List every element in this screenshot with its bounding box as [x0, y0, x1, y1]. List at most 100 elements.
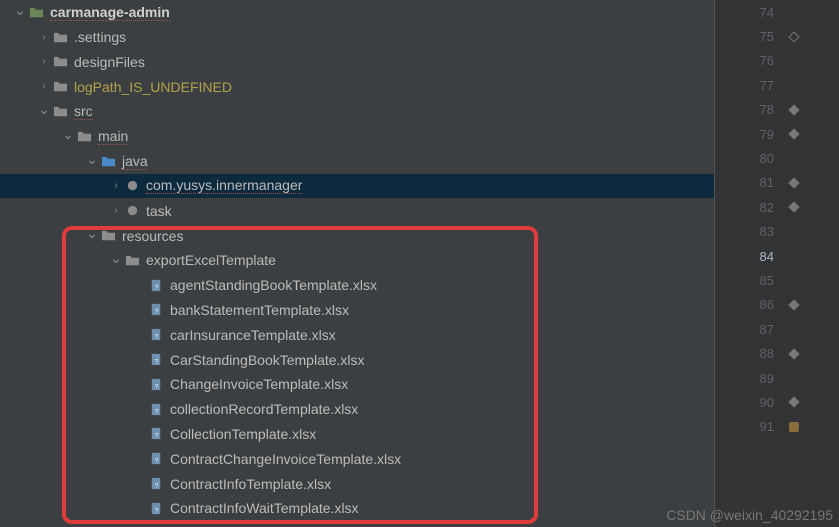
tree-row[interactable]: ? ContractChangeInvoiceTemplate.xlsx	[0, 446, 714, 471]
tree-item-label: carInsuranceTemplate.xlsx	[170, 327, 336, 343]
gutter-mark-icon[interactable]	[787, 103, 801, 117]
tree-item-label: java	[122, 153, 148, 170]
chevron-right-icon[interactable]: ›	[38, 32, 50, 43]
gutter-line[interactable]: 86	[715, 293, 839, 317]
package-icon	[124, 203, 140, 219]
gutter-line[interactable]: 79	[715, 122, 839, 146]
tree-item-label: .settings	[74, 29, 126, 45]
tree-item-label: CarStandingBookTemplate.xlsx	[170, 352, 365, 368]
folder-icon	[52, 104, 68, 120]
line-number: 88	[760, 346, 774, 361]
tree-row[interactable]: ? carInsuranceTemplate.xlsx	[0, 322, 714, 347]
chevron-down-icon[interactable]: ⌄	[110, 250, 122, 267]
gutter-mark-icon[interactable]	[787, 176, 801, 190]
tree-row[interactable]: ›task	[0, 198, 714, 223]
gutter-line[interactable]: 81	[715, 171, 839, 195]
gutter-line[interactable]: 87	[715, 317, 839, 341]
gutter-mark-icon[interactable]	[787, 420, 801, 434]
tree-row[interactable]: ? ContractInfoTemplate.xlsx	[0, 471, 714, 496]
gutter-mark-icon[interactable]	[787, 298, 801, 312]
gutter-mark-icon[interactable]	[787, 395, 801, 409]
tree-item-label: ContractChangeInvoiceTemplate.xlsx	[170, 451, 401, 467]
tree-row[interactable]: ? bankStatementTemplate.xlsx	[0, 298, 714, 323]
gutter-line[interactable]: 90	[715, 390, 839, 414]
gutter-line[interactable]: 84	[715, 244, 839, 268]
file-icon: ?	[148, 500, 164, 516]
folder-icon	[52, 54, 68, 70]
gutter-line[interactable]: 88	[715, 341, 839, 365]
tree-row[interactable]: ⌄ src	[0, 99, 714, 124]
chevron-down-icon[interactable]: ⌄	[14, 2, 26, 19]
file-icon: ?	[148, 376, 164, 392]
file-icon: ?	[148, 426, 164, 442]
chevron-right-icon[interactable]: ›	[38, 56, 50, 67]
gutter-line[interactable]: 89	[715, 366, 839, 390]
line-number: 85	[760, 273, 774, 288]
gutter-line[interactable]: 82	[715, 195, 839, 219]
tree-item-label: src	[74, 103, 93, 120]
gutter-line[interactable]: 85	[715, 268, 839, 292]
folder-icon	[52, 29, 68, 45]
tree-row[interactable]: › .settings	[0, 25, 714, 50]
tree-row[interactable]: ? CarStandingBookTemplate.xlsx	[0, 347, 714, 372]
folder-src-icon	[100, 153, 116, 169]
tree-item-label: bankStatementTemplate.xlsx	[170, 302, 349, 318]
tree-row[interactable]: ⌄carmanage-admin	[0, 0, 714, 25]
line-number: 77	[760, 78, 774, 93]
tree-row[interactable]: › com.yusys.innermanager	[0, 174, 714, 199]
svg-text:?: ?	[154, 358, 158, 365]
line-number: 76	[760, 53, 774, 68]
gutter-line[interactable]: 78	[715, 98, 839, 122]
chevron-down-icon[interactable]: ⌄	[38, 101, 50, 118]
tree-row[interactable]: ?collectionRecordTemplate.xlsx	[0, 397, 714, 422]
svg-text:?: ?	[154, 334, 158, 341]
gutter-line[interactable]: 91	[715, 415, 839, 439]
chevron-right-icon[interactable]: ›	[110, 205, 122, 216]
gutter-line[interactable]: 77	[715, 73, 839, 97]
chevron-right-icon[interactable]: ›	[38, 81, 50, 92]
gutter-line[interactable]: 80	[715, 146, 839, 170]
tree-row[interactable]: ⌄ exportExcelTemplate	[0, 248, 714, 273]
gutter-mark-icon[interactable]	[787, 200, 801, 214]
file-icon: ?	[148, 302, 164, 318]
tree-row[interactable]: ›logPath_IS_UNDEFINED	[0, 74, 714, 99]
svg-text:?: ?	[154, 408, 158, 415]
svg-text:?: ?	[154, 284, 158, 291]
tree-item-label: ContractInfoTemplate.xlsx	[170, 476, 331, 492]
file-icon: ?	[148, 327, 164, 343]
line-number: 91	[760, 419, 774, 434]
tree-row[interactable]: ⌄main	[0, 124, 714, 149]
gutter-mark-icon[interactable]	[787, 30, 801, 44]
gutter-mark-icon[interactable]	[787, 347, 801, 361]
tree-row[interactable]: ?ContractInfoWaitTemplate.xlsx	[0, 496, 714, 521]
chevron-down-icon[interactable]: ⌄	[86, 151, 98, 168]
gutter-line[interactable]: 75	[715, 24, 839, 48]
tree-row[interactable]: ? CollectionTemplate.xlsx	[0, 422, 714, 447]
tree-item-label: com.yusys.innermanager	[146, 177, 302, 194]
svg-text:?: ?	[154, 482, 158, 489]
line-number: 81	[760, 175, 774, 190]
chevron-down-icon[interactable]: ⌄	[62, 126, 74, 143]
line-number: 80	[760, 151, 774, 166]
line-number: 89	[760, 371, 774, 386]
project-tree[interactable]: ⌄carmanage-admin › .settings ›designFiles›l…	[0, 0, 714, 527]
tree-row[interactable]: ?agentStandingBookTemplate.xlsx	[0, 273, 714, 298]
file-icon: ?	[148, 451, 164, 467]
tree-row[interactable]: ⌄ java	[0, 149, 714, 174]
tree-item-label: exportExcelTemplate	[146, 252, 276, 268]
tree-item-label: CollectionTemplate.xlsx	[170, 426, 316, 442]
tree-row[interactable]: ›designFiles	[0, 50, 714, 75]
gutter-line[interactable]: 74	[715, 0, 839, 24]
tree-row[interactable]: ?ChangeInvoiceTemplate.xlsx	[0, 372, 714, 397]
gutter-mark-icon[interactable]	[787, 127, 801, 141]
gutter-line[interactable]: 83	[715, 220, 839, 244]
file-icon: ?	[148, 352, 164, 368]
line-number: 74	[760, 5, 774, 20]
chevron-right-icon[interactable]: ›	[110, 180, 122, 191]
folder-icon	[124, 252, 140, 268]
chevron-down-icon[interactable]: ⌄	[86, 225, 98, 242]
tree-row[interactable]: ⌄resources	[0, 223, 714, 248]
gutter-line[interactable]: 76	[715, 49, 839, 73]
folder-module-icon	[28, 4, 44, 20]
line-number: 75	[760, 29, 774, 44]
